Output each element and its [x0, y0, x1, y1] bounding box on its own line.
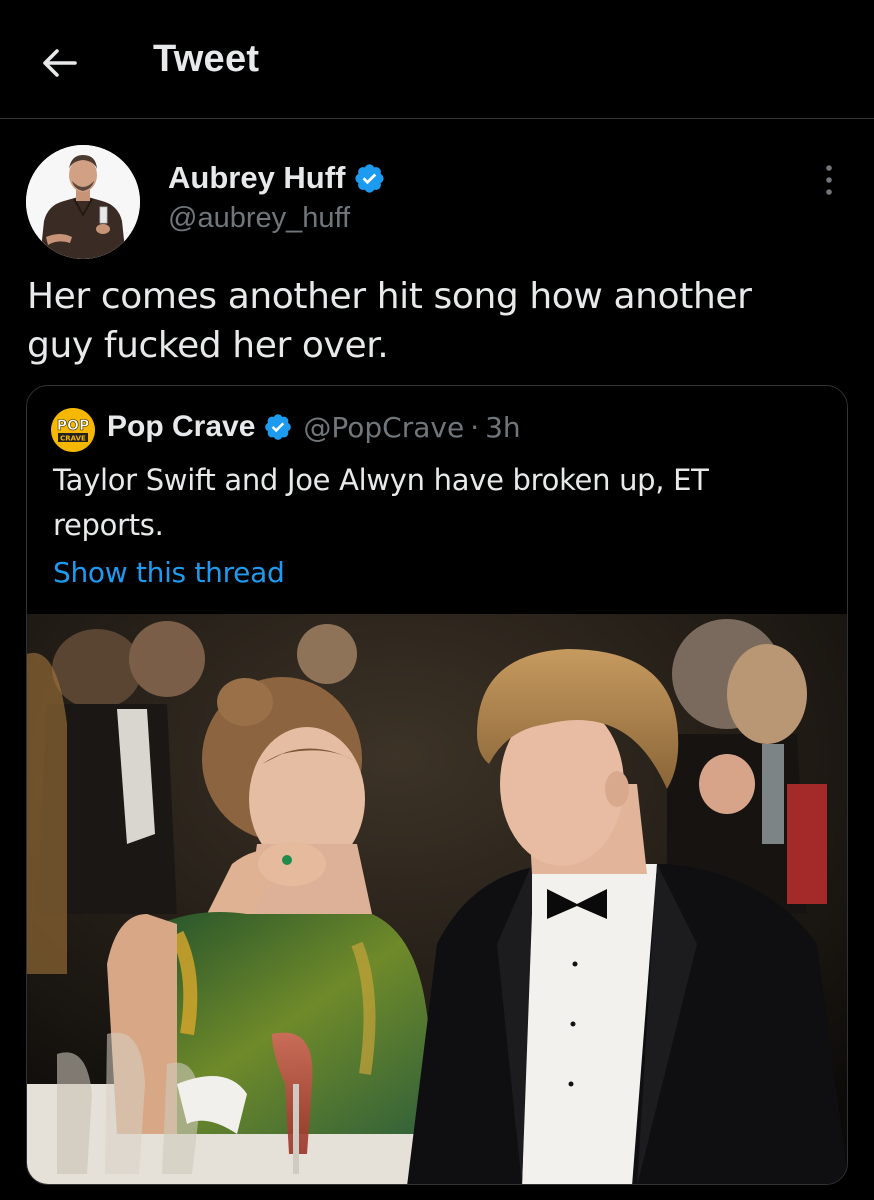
verified-badge-icon [265, 414, 292, 440]
verified-badge-icon [355, 163, 384, 193]
separator-dot: · [470, 410, 480, 444]
photo-image [27, 614, 847, 1184]
logo-text-bottom: CRAVE [60, 435, 86, 443]
more-options-button[interactable] [812, 158, 846, 202]
top-bar: Tweet [0, 0, 874, 119]
author-name[interactable]: Aubrey Huff [168, 160, 345, 196]
logo-text-top: POP [57, 418, 89, 434]
show-thread-link[interactable]: Show this thread [53, 556, 285, 589]
arrow-left-icon [43, 49, 77, 77]
quoted-tweet-text: Taylor Swift and Joe Alwyn have broken u… [53, 463, 709, 542]
back-button[interactable] [36, 40, 82, 86]
quoted-photo[interactable] [27, 614, 847, 1184]
quoted-author-avatar[interactable]: POP CRAVE [51, 408, 95, 452]
quoted-author-row[interactable]: Pop Crave @PopCrave · 3h [107, 410, 521, 444]
author-name-row[interactable]: Aubrey Huff [168, 160, 386, 196]
quoted-author-name[interactable]: Pop Crave [107, 410, 255, 444]
more-vertical-icon [826, 165, 832, 195]
quoted-tweet-card[interactable]: POP CRAVE Pop Crave @PopCrave · 3h Taylo… [26, 385, 848, 1185]
quoted-timestamp[interactable]: 3h [485, 411, 521, 444]
tweet-text: Her comes another hit song how another g… [27, 276, 752, 366]
quoted-author-handle[interactable]: @PopCrave [303, 411, 464, 444]
avatar[interactable] [26, 145, 140, 259]
avatar-image [26, 145, 140, 259]
page-title: Tweet [153, 38, 260, 80]
pop-crave-logo: POP CRAVE [51, 408, 95, 452]
author-handle[interactable]: @aubrey_huff [168, 202, 350, 235]
